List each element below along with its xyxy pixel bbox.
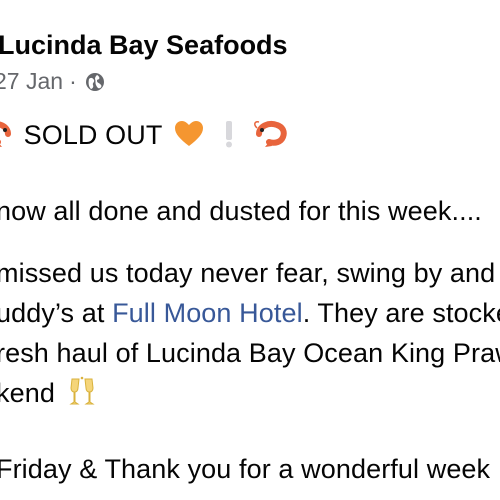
post-body-line-6: Friday & Thank you for a wonderful week [0, 454, 500, 485]
body-text-segment: . They are stocke [302, 298, 500, 328]
full-moon-hotel-link[interactable]: Full Moon Hotel [112, 298, 303, 328]
page-name[interactable]: Lucinda Bay Seafoods [0, 30, 288, 61]
post-body-line-1: now all done and dusted for this week...… [0, 196, 482, 226]
prawn-icon [0, 121, 11, 147]
post-body-line-5: kend [0, 376, 97, 409]
globe-icon [85, 72, 104, 91]
headline-text: SOLD OUT [23, 120, 162, 150]
body-text-segment: Friday & Thank you for a wonderful week [0, 454, 491, 484]
orange-heart-icon [174, 121, 203, 146]
post-body-line-4: resh haul of Lucinda Bay Ocean King Praw [0, 338, 500, 368]
post-body-line-3: uddy’s at Full Moon Hotel. They are stoc… [0, 298, 500, 329]
meta-separator: · [69, 68, 77, 94]
prawn-icon [253, 121, 287, 147]
champagne-icon [68, 376, 95, 405]
facebook-post: Lucinda Bay Seafoods 27 Jan · SOLD OUT n… [0, 0, 500, 500]
headline-line: SOLD OUT [0, 118, 289, 151]
body-text-segment: kend [0, 378, 55, 408]
exclamation-icon [225, 120, 233, 148]
post-date[interactable]: 27 Jan [0, 68, 63, 95]
post-body-line-2: missed us today never fear, swing by and… [0, 258, 500, 288]
post-meta: 27 Jan · [0, 68, 105, 95]
body-text-segment: uddy’s at [0, 298, 113, 328]
